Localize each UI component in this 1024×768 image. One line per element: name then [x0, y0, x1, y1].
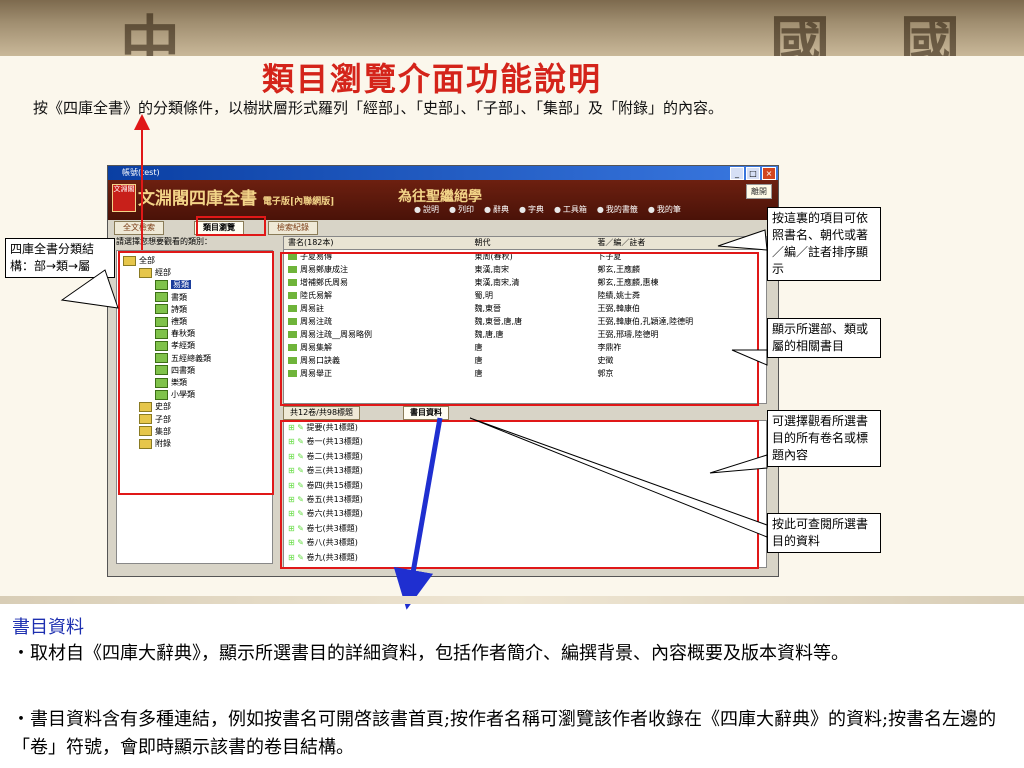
maximize-button[interactable]: □	[746, 167, 760, 180]
minimize-button[interactable]: _	[730, 167, 744, 180]
app-header: 文淵閣 文淵閣四庫全書 電子版[內聯網版] 為往聖繼絕學 離開 說明 列印 辭典…	[108, 180, 778, 220]
app-motto: 為往聖繼絕學	[398, 189, 482, 205]
toolbar-glossary[interactable]: 辭典	[484, 204, 509, 215]
toolbar-dictionary[interactable]: 字典	[519, 204, 544, 215]
section-heading: 書目資料	[12, 617, 84, 638]
divider-strip	[0, 596, 1024, 604]
app-name: 文淵閣四庫全書 電子版[內聯網版]	[138, 184, 334, 209]
column-header-dynasty[interactable]: 朝代	[470, 237, 593, 249]
tree-prompt: 請選擇您想要觀看的類別：	[116, 237, 212, 246]
tab-fulltext-search[interactable]: 全文檢索	[114, 221, 164, 235]
toolbar-tools[interactable]: 工具箱	[554, 204, 587, 215]
app-logo: 文淵閣	[112, 184, 136, 212]
tab-volume-list[interactable]: 共12卷/共98標題	[283, 406, 361, 420]
toolbar: 說明 列印 辭典 字典 工具箱 我的書籤 我的筆	[414, 204, 681, 215]
paragraph-links: ・書目資料含有多種連結，例如按書名可開啓該書首頁;按作者名稱可瀏覽該作者收錄在《…	[12, 709, 997, 758]
tab-search-history[interactable]: 檢索紀錄	[268, 221, 318, 235]
decorative-banner: 中 國 國	[0, 0, 1024, 56]
highlight-volumes	[280, 420, 759, 569]
intro-text: 按《四庫全書》的分類條件，以樹狀層形式羅列「經部」、「史部」、「子部」、「集部」…	[33, 99, 724, 117]
callout-bibinfo: 按此可查閱所選書目的資料	[767, 513, 881, 553]
column-header-author[interactable]: 著／編／註者	[593, 237, 766, 249]
banner-glyph: 中	[120, 10, 180, 56]
callout-booklist: 顯示所選部、類或屬的相關書目	[767, 318, 881, 358]
slide-title: 類目瀏覽介面功能說明	[262, 60, 603, 98]
column-header-title[interactable]: 書名(182本)	[284, 237, 470, 249]
book-list-header: 書名(182本) 朝代 著／編／註者	[284, 237, 766, 250]
toolbar-print[interactable]: 列印	[449, 204, 474, 215]
app-name-text: 文淵閣四庫全書	[138, 189, 257, 209]
banner-glyph: 國	[900, 10, 960, 56]
toolbar-help[interactable]: 說明	[414, 204, 439, 215]
tab-bibliographic-info[interactable]: 書目資料	[403, 406, 449, 420]
highlight-booklist	[280, 252, 759, 406]
app-edition: 電子版[內聯網版]	[262, 197, 335, 207]
callout-volumes: 可選擇觀看所選書目的所有卷名或標題內容	[767, 410, 881, 467]
exit-button[interactable]: 離開	[746, 184, 772, 199]
close-button[interactable]: ×	[762, 167, 776, 180]
callout-tree-structure: 四庫全書分類結構：部→類→屬	[5, 238, 115, 278]
toolbar-notes[interactable]: 我的筆	[648, 204, 681, 215]
paragraph-source: ・取材自《四庫大辭典》，顯示所選書目的詳細資料，包括作者簡介、編撰背景、內容概要…	[12, 643, 849, 664]
highlight-browse-tab	[196, 216, 266, 236]
window-titlebar: 帳號(test) _ □ ×	[108, 166, 778, 180]
banner-glyph: 國	[770, 10, 830, 56]
toolbar-bookmarks[interactable]: 我的書籤	[597, 204, 638, 215]
highlight-tree	[118, 251, 274, 495]
window-title: 帳號(test)	[122, 168, 160, 177]
callout-sort: 按這裏的項目可依照書名、朝代或著／編／註者排序顯示	[767, 207, 881, 281]
